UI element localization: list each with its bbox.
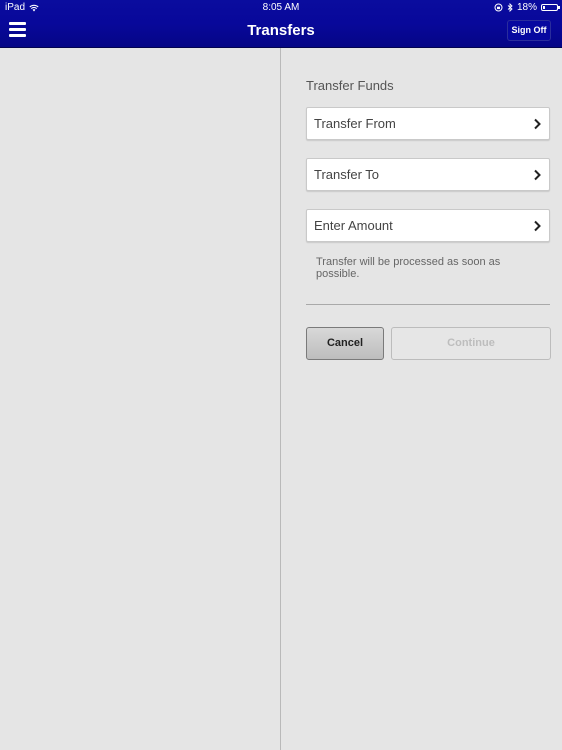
divider bbox=[306, 304, 550, 305]
field-label: Transfer To bbox=[314, 167, 380, 182]
bluetooth-icon bbox=[507, 3, 513, 12]
chevron-right-icon bbox=[534, 220, 541, 232]
field-label: Transfer From bbox=[314, 116, 396, 131]
chevron-right-icon bbox=[534, 169, 541, 181]
battery-level bbox=[543, 6, 545, 9]
master-pane bbox=[0, 48, 281, 750]
cancel-button[interactable]: Cancel bbox=[306, 327, 384, 360]
page-title: Transfers bbox=[247, 22, 315, 39]
status-time: 8:05 AM bbox=[262, 2, 300, 13]
transfer-to-field[interactable]: Transfer To bbox=[306, 158, 550, 191]
transfer-from-field[interactable]: Transfer From bbox=[306, 107, 550, 140]
transfer-form-pane: Transfer Funds Transfer From Transfer To… bbox=[282, 48, 562, 750]
battery-icon bbox=[541, 4, 560, 11]
status-right: 18% bbox=[494, 2, 560, 13]
orientation-lock-icon bbox=[494, 3, 503, 12]
continue-button[interactable]: Continue bbox=[391, 327, 551, 360]
field-label: Enter Amount bbox=[314, 218, 393, 233]
chevron-right-icon bbox=[534, 118, 541, 130]
battery-percent: 18% bbox=[516, 2, 537, 13]
sign-off-button[interactable]: Sign Off bbox=[507, 20, 551, 41]
app-header: iPad 8:05 AM 18% Transfers Sign Off bbox=[0, 0, 562, 48]
processing-note: Transfer will be processed as soon as po… bbox=[316, 256, 501, 280]
enter-amount-field[interactable]: Enter Amount bbox=[306, 209, 550, 242]
status-bar: iPad 8:05 AM 18% bbox=[0, 0, 562, 15]
section-title: Transfer Funds bbox=[306, 78, 394, 93]
